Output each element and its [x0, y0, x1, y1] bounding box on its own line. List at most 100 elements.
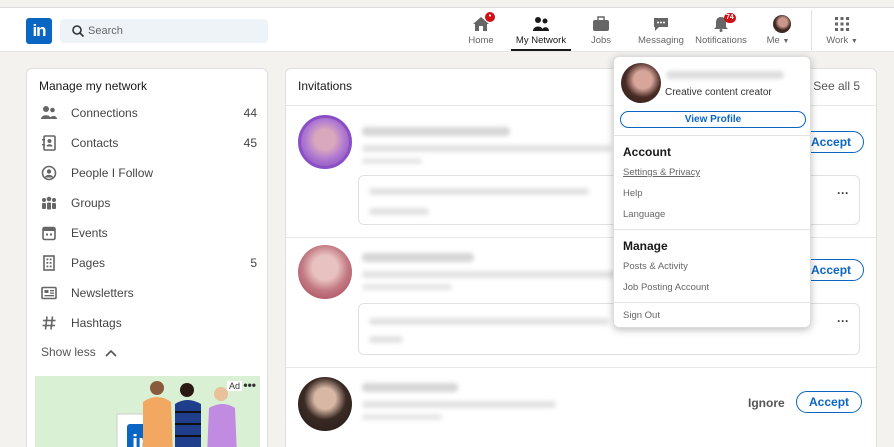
- nav-my-network[interactable]: My Network: [511, 8, 571, 51]
- message-text-blurred: [369, 208, 429, 215]
- manage-heading: Manage: [623, 239, 668, 253]
- inviter-name-blurred: [362, 383, 458, 392]
- calendar-icon: [42, 226, 56, 241]
- avatar[interactable]: [298, 115, 352, 169]
- nav-notifications[interactable]: 74 Notifications: [692, 8, 750, 52]
- search-bar[interactable]: [60, 19, 268, 43]
- people-icon: [41, 106, 57, 119]
- nav-messaging-label: Messaging: [638, 35, 684, 46]
- me-dropdown-menu: Creative content creator View Profile Ac…: [613, 56, 812, 328]
- grid-icon: [835, 17, 849, 31]
- inviter-meta-blurred: [362, 284, 452, 290]
- sidebar-item-label: Events: [71, 226, 108, 240]
- help-link[interactable]: Help: [623, 188, 643, 199]
- nav-work-label: Work ▼: [826, 35, 858, 46]
- sign-out-link[interactable]: Sign Out: [623, 310, 660, 321]
- show-less-button[interactable]: Show less: [41, 345, 117, 359]
- search-input[interactable]: [88, 19, 258, 43]
- job-posting-account-link[interactable]: Job Posting Account: [623, 282, 709, 293]
- home-badge: •: [485, 12, 495, 22]
- chevron-down-icon: ▼: [850, 38, 858, 45]
- nav-my-network-label: My Network: [515, 35, 567, 46]
- search-icon: [72, 25, 85, 38]
- show-less-label: Show less: [41, 345, 96, 359]
- nav-jobs-label: Jobs: [590, 35, 612, 46]
- sidebar-item-connections[interactable]: Connections 44: [41, 103, 257, 123]
- message-text-blurred: [369, 336, 403, 343]
- building-icon: [43, 255, 55, 271]
- me-avatar: [773, 15, 791, 33]
- ignore-button[interactable]: Ignore: [748, 396, 785, 410]
- inviter-name-blurred: [362, 127, 510, 136]
- ad-banner[interactable]: Ad ••• in: [35, 376, 260, 447]
- manage-network-title: Manage my network: [39, 79, 148, 93]
- sidebar-item-count: 44: [243, 106, 257, 120]
- linkedin-logo[interactable]: in: [26, 18, 52, 44]
- inviter-meta-blurred: [362, 158, 422, 164]
- accept-button[interactable]: Accept: [796, 391, 863, 413]
- invitation-item: Ignore Accept: [286, 367, 876, 447]
- see-all-link[interactable]: See all 5: [813, 79, 860, 93]
- nav-me[interactable]: Me ▼: [762, 8, 802, 52]
- view-profile-button[interactable]: View Profile: [620, 111, 806, 128]
- message-text-blurred: [369, 318, 609, 325]
- manage-network-card: Manage my network Connections 44 Contact…: [26, 68, 268, 447]
- language-link[interactable]: Language: [623, 209, 665, 220]
- sidebar-item-label: People I Follow: [71, 166, 154, 180]
- nav-notifications-label: Notifications: [695, 35, 747, 46]
- sidebar-item-contacts[interactable]: Contacts 45: [41, 133, 257, 153]
- sidebar-item-pages[interactable]: Pages 5: [41, 253, 257, 273]
- avatar[interactable]: [298, 245, 352, 299]
- browser-strip: [0, 0, 894, 8]
- profile-avatar[interactable]: [621, 63, 661, 103]
- nav-work[interactable]: Work ▼: [820, 8, 864, 52]
- sidebar-item-people-i-follow[interactable]: People I Follow: [41, 163, 257, 183]
- divider: [614, 229, 812, 230]
- inviter-headline-blurred: [362, 271, 642, 278]
- more-options-icon[interactable]: ···: [837, 186, 849, 200]
- nav-home[interactable]: • Home: [461, 8, 501, 52]
- nav-me-label: Me ▼: [766, 35, 790, 46]
- inviter-meta-blurred: [362, 414, 442, 420]
- sidebar-item-label: Pages: [71, 256, 106, 270]
- divider: [614, 302, 812, 303]
- inviter-headline-blurred: [362, 145, 612, 152]
- profile-headline: Creative content creator: [665, 87, 772, 98]
- briefcase-icon: [593, 16, 609, 31]
- message-text-blurred: [369, 188, 589, 195]
- chevron-down-icon: ▼: [782, 38, 790, 45]
- newspaper-icon: [41, 286, 57, 300]
- inviter-name-blurred: [362, 253, 474, 262]
- sidebar-item-groups[interactable]: Groups: [41, 193, 257, 213]
- more-options-icon[interactable]: ···: [837, 314, 849, 328]
- profile-name-blurred: [666, 71, 784, 79]
- nav-divider: [811, 10, 812, 50]
- sidebar-item-events[interactable]: Events: [41, 223, 257, 243]
- sidebar-item-count: 45: [243, 136, 257, 150]
- account-heading: Account: [623, 145, 671, 159]
- chevron-up-icon: [105, 349, 117, 357]
- sidebar-item-newsletters[interactable]: Newsletters: [41, 283, 257, 303]
- notifications-badge: 74: [724, 13, 736, 23]
- sidebar-item-label: Groups: [71, 196, 111, 210]
- invitations-title: Invitations: [298, 79, 353, 93]
- sidebar-item-label: Contacts: [71, 136, 119, 150]
- divider: [614, 135, 812, 136]
- posts-activity-link[interactable]: Posts & Activity: [623, 261, 688, 272]
- inviter-headline-blurred: [362, 401, 556, 408]
- nav-messaging[interactable]: Messaging: [634, 8, 688, 52]
- network-icon: [533, 17, 549, 31]
- avatar[interactable]: [298, 377, 352, 431]
- sidebar-item-hashtags[interactable]: Hashtags: [41, 313, 257, 333]
- settings-privacy-link[interactable]: Settings & Privacy: [623, 167, 700, 178]
- sidebar-item-label: Newsletters: [71, 286, 134, 300]
- groups-icon: [42, 196, 56, 210]
- sidebar-item-label: Hashtags: [71, 316, 122, 330]
- nav-jobs[interactable]: Jobs: [582, 8, 620, 52]
- contact-book-icon: [42, 135, 56, 151]
- nav-home-label: Home: [468, 35, 494, 46]
- hashtag-icon: [42, 316, 56, 330]
- chat-icon: [654, 18, 668, 31]
- sidebar-item-label: Connections: [71, 106, 138, 120]
- sidebar-item-count: 5: [250, 256, 257, 270]
